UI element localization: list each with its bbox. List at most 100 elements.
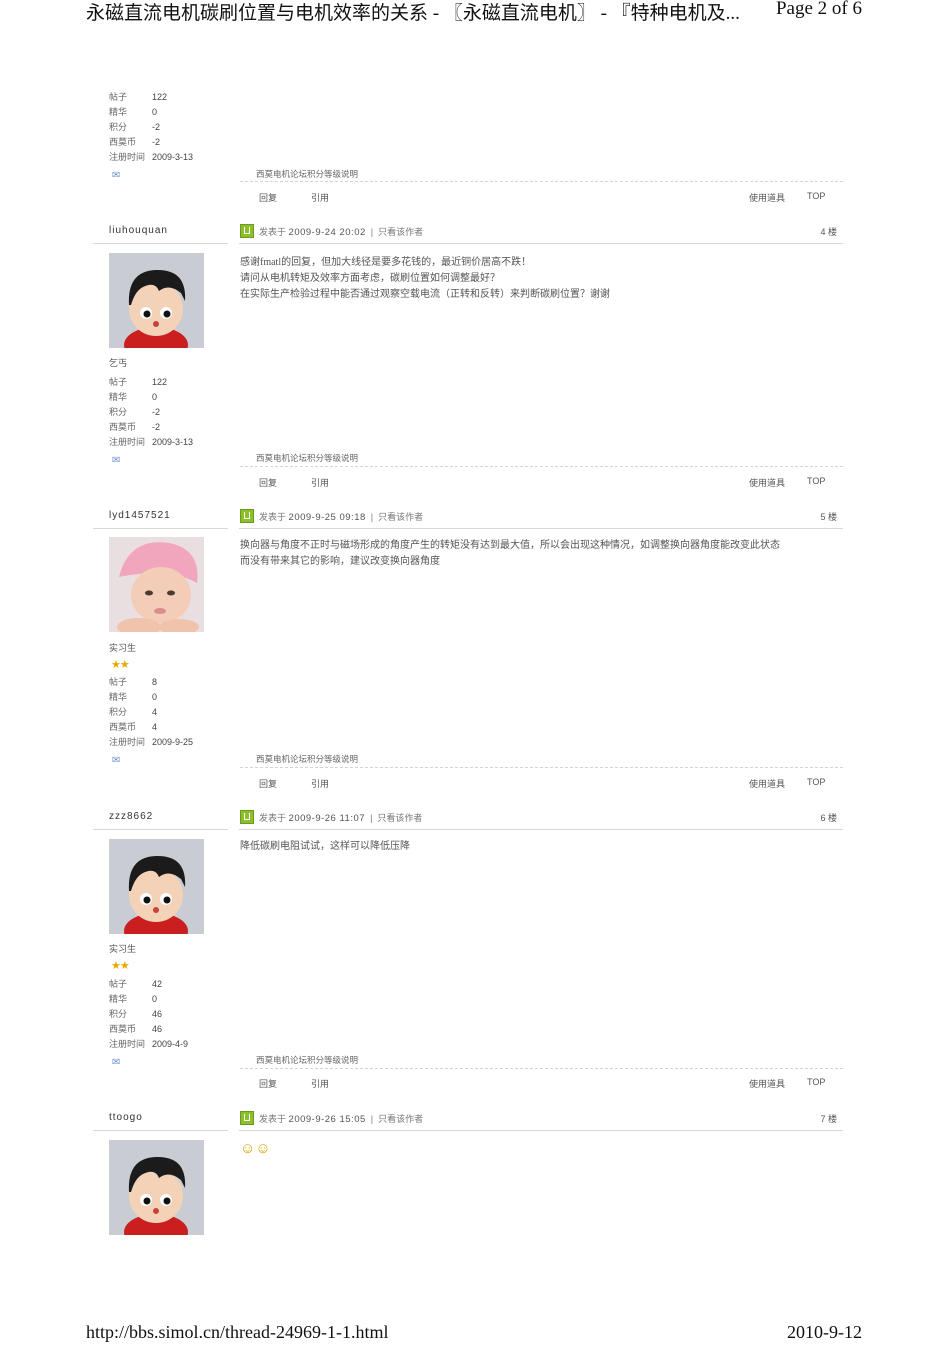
stat-digest: 精华 0 (109, 107, 158, 117)
quote-button[interactable]: 引用 (311, 191, 329, 204)
post-icon (240, 224, 254, 238)
post-actions: 回复 引用 使用道具 TOP (240, 777, 843, 791)
quote-button[interactable]: 引用 (311, 1077, 329, 1090)
username[interactable]: zzz8662 (109, 811, 153, 822)
stat-posts: 帖子 122 (109, 92, 168, 102)
rank-stars-icon: ★★ (111, 960, 130, 972)
only-author-link[interactable]: 只看该作者 (377, 813, 422, 823)
send-message-icon[interactable]: ✉ (112, 170, 120, 181)
quote-button[interactable]: 引用 (311, 476, 329, 489)
stat-coins: 西莫币 46 (109, 1024, 163, 1034)
content-line: 在实际生产检验过程中能否通过观察空载电流（正转和反转）来判断碳刷位置？谢谢 (240, 289, 610, 300)
post-actions: 回复 引用 使用道具 TOP (240, 476, 843, 490)
tools-button[interactable]: 使用道具 (749, 476, 785, 489)
post-meta: 发表于 2009-9-26 15:05 | 只看该作者 (259, 1114, 424, 1125)
content-line: 换向器与角度不正时与磁场形成的角度产生的转矩没有达到最大值，所以会出现这种情况，… (240, 540, 780, 551)
reply-button[interactable]: 回复 (259, 1077, 277, 1090)
username[interactable]: lyd1457521 (109, 510, 171, 521)
post-icon (240, 509, 254, 523)
post-4: liuhouquan 发表于 2009-9-24 20:02 | 只看该作者 4… (93, 222, 843, 502)
floor-number: 6 楼 (820, 813, 837, 823)
divider (240, 466, 843, 467)
divider (240, 767, 843, 768)
stat-registered: 注册时间 2009-9-25 (109, 737, 194, 747)
content-line: 请问从电机转矩及效率方面考虑，碳刷位置如何调整最好？ (240, 273, 500, 284)
stat-digest: 精华 0 (109, 994, 158, 1004)
content-line: 降低碳刷电阻试试，这样可以降低压降 (240, 841, 410, 852)
stat-points: 积分 4 (109, 707, 158, 717)
avatar[interactable] (109, 253, 204, 348)
tools-button[interactable]: 使用道具 (749, 1077, 785, 1090)
divider (239, 829, 843, 830)
stat-points: 积分 -2 (109, 122, 161, 132)
user-rank: 实习生 (109, 944, 137, 954)
divider (93, 243, 228, 244)
stat-posts: 帖子 8 (109, 677, 158, 687)
reply-button[interactable]: 回复 (259, 777, 277, 790)
tools-button[interactable]: 使用道具 (749, 191, 785, 204)
stat-points: 积分 -2 (109, 407, 161, 417)
avatar[interactable] (109, 537, 204, 632)
stat-registered: 注册时间 2009-3-13 (109, 152, 194, 162)
baby-photo-avatar-icon (109, 537, 204, 632)
post-content: 降低碳刷电阻试试，这样可以降低压降 (240, 839, 840, 855)
signature-link[interactable]: 西莫电机论坛积分等级说明 (256, 1054, 358, 1066)
send-message-icon[interactable]: ✉ (112, 455, 120, 466)
stat-registered: 注册时间 2009-3-13 (109, 437, 194, 447)
only-author-link[interactable]: 只看该作者 (378, 1114, 423, 1124)
top-button[interactable]: TOP (807, 1077, 825, 1087)
post-6: zzz8662 发表于 2009-9-26 11:07 | 只看该作者 6 楼 … (93, 808, 843, 1103)
tools-button[interactable]: 使用道具 (749, 777, 785, 790)
only-author-link[interactable]: 只看该作者 (378, 227, 423, 237)
signature-link[interactable]: 西莫电机论坛积分等级说明 (256, 753, 358, 765)
divider (93, 829, 228, 830)
user-rank: 乞丐 (109, 358, 128, 368)
post-meta: 发表于 2009-9-26 11:07 | 只看该作者 (259, 813, 423, 824)
divider (239, 528, 843, 529)
username[interactable]: ttoogo (109, 1112, 143, 1123)
cartoon-boy-avatar-icon (109, 1140, 204, 1235)
smiley-emoji-icon: ☺☺ (240, 1141, 271, 1157)
post-actions: 回复 引用 使用道具 TOP (240, 191, 843, 205)
rank-stars-icon: ★★ (111, 659, 130, 671)
page-url: http://bbs.simol.cn/thread-24969-1-1.htm… (86, 1322, 389, 1342)
stat-posts: 帖子 42 (109, 979, 163, 989)
stat-digest: 精华 0 (109, 692, 158, 702)
post-7: ttoogo 发表于 2009-9-26 15:05 | 只看该作者 7 楼 ☺… (93, 1109, 843, 1239)
print-date: 2010-9-12 (787, 1322, 862, 1342)
stat-registered: 注册时间 2009-4-9 (109, 1039, 189, 1049)
post-icon (240, 810, 254, 824)
content-line: 感谢fmatl的回复，但加大线径是要多花钱的，最近铜价居高不跌！ (240, 257, 532, 268)
stat-coins: 西莫币 -2 (109, 422, 161, 432)
reply-button[interactable]: 回复 (259, 191, 277, 204)
post-meta: 发表于 2009-9-25 09:18 | 只看该作者 (259, 512, 424, 523)
only-author-link[interactable]: 只看该作者 (378, 512, 423, 522)
username[interactable]: liuhouquan (109, 225, 168, 236)
top-button[interactable]: TOP (807, 476, 825, 486)
post-meta: 发表于 2009-9-24 20:02 | 只看该作者 (259, 227, 424, 238)
user-rank: 实习生 (109, 643, 137, 653)
post-icon (240, 1111, 254, 1125)
reply-button[interactable]: 回复 (259, 476, 277, 489)
floor-number: 4 楼 (820, 227, 837, 237)
post-content: ☺☺ (240, 1141, 840, 1159)
stat-coins: 西莫币 4 (109, 722, 158, 732)
divider (239, 1130, 843, 1131)
stat-points: 积分 46 (109, 1009, 163, 1019)
top-button[interactable]: TOP (807, 191, 825, 201)
floor-number: 7 楼 (820, 1114, 837, 1124)
avatar[interactable] (109, 839, 204, 934)
divider (240, 1068, 843, 1069)
avatar[interactable] (109, 1140, 204, 1235)
signature-link[interactable]: 西莫电机论坛积分等级说明 (256, 168, 358, 180)
post-5: lyd1457521 发表于 2009-9-25 09:18 | 只看该作者 5… (93, 507, 843, 802)
top-button[interactable]: TOP (807, 777, 825, 787)
send-message-icon[interactable]: ✉ (112, 1057, 120, 1068)
send-message-icon[interactable]: ✉ (112, 755, 120, 766)
post-actions: 回复 引用 使用道具 TOP (240, 1077, 843, 1091)
cartoon-boy-avatar-icon (109, 839, 204, 934)
quote-button[interactable]: 引用 (311, 777, 329, 790)
post-3-tail: 帖子 122 精华 0 积分 -2 西莫币 -2 注册时间 2009-3-13 ✉ 西莫电… (93, 86, 843, 206)
signature-link[interactable]: 西莫电机论坛积分等级说明 (256, 452, 358, 464)
document-title: 永磁直流电机碳刷位置与电机效率的关系 - 〖永磁直流电机〗 - 『特种电机及..… (86, 3, 740, 24)
